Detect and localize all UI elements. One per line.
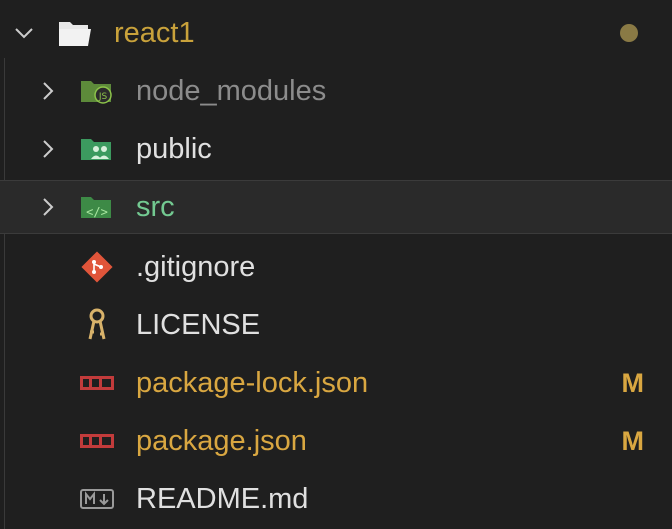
node-folder-icon: JS — [80, 74, 114, 108]
root-folder-row[interactable]: react1 — [0, 6, 672, 60]
public-folder-icon — [80, 132, 114, 166]
tree-item-label: node_modules — [136, 75, 327, 107]
git-modified-badge: M — [621, 426, 645, 456]
tree-item-label: README.md — [136, 483, 309, 515]
chevron-down-icon[interactable] — [12, 21, 36, 45]
changes-dot — [620, 24, 638, 42]
chevron-right-icon[interactable] — [36, 79, 60, 103]
tree-item-label: package.json — [136, 425, 307, 457]
tree-item-readme[interactable]: README.md — [0, 472, 672, 526]
tree-item-src[interactable]: </> src — [0, 180, 672, 234]
folder-open-icon — [58, 16, 92, 50]
tree-item-package-json[interactable]: package.json M — [0, 414, 672, 468]
tree-item-license[interactable]: LICENSE — [0, 298, 672, 352]
chevron-right-icon[interactable] — [36, 137, 60, 161]
license-key-icon — [80, 308, 114, 342]
npm-icon — [80, 366, 114, 400]
chevron-right-icon[interactable] — [36, 195, 60, 219]
tree-item-package-lock[interactable]: package-lock.json M — [0, 356, 672, 410]
tree-item-public[interactable]: public — [0, 122, 672, 176]
root-folder-label: react1 — [114, 17, 195, 49]
tree-item-gitignore[interactable]: .gitignore — [0, 240, 672, 294]
tree-item-label: .gitignore — [136, 251, 256, 283]
src-folder-icon: </> — [80, 190, 114, 224]
tree-item-label: public — [136, 133, 212, 165]
markdown-icon — [80, 482, 114, 516]
svg-text:</>: </> — [86, 205, 108, 219]
svg-text:JS: JS — [98, 92, 108, 102]
tree-item-label: package-lock.json — [136, 367, 369, 399]
git-modified-badge: M — [621, 368, 645, 398]
tree-item-label: src — [136, 191, 175, 223]
git-icon — [80, 250, 114, 284]
npm-icon — [80, 424, 114, 458]
tree-item-label: LICENSE — [136, 309, 261, 341]
file-explorer: react1 JS node_modules public </> src .g… — [0, 0, 672, 529]
tree-item-node-modules[interactable]: JS node_modules — [0, 64, 672, 118]
